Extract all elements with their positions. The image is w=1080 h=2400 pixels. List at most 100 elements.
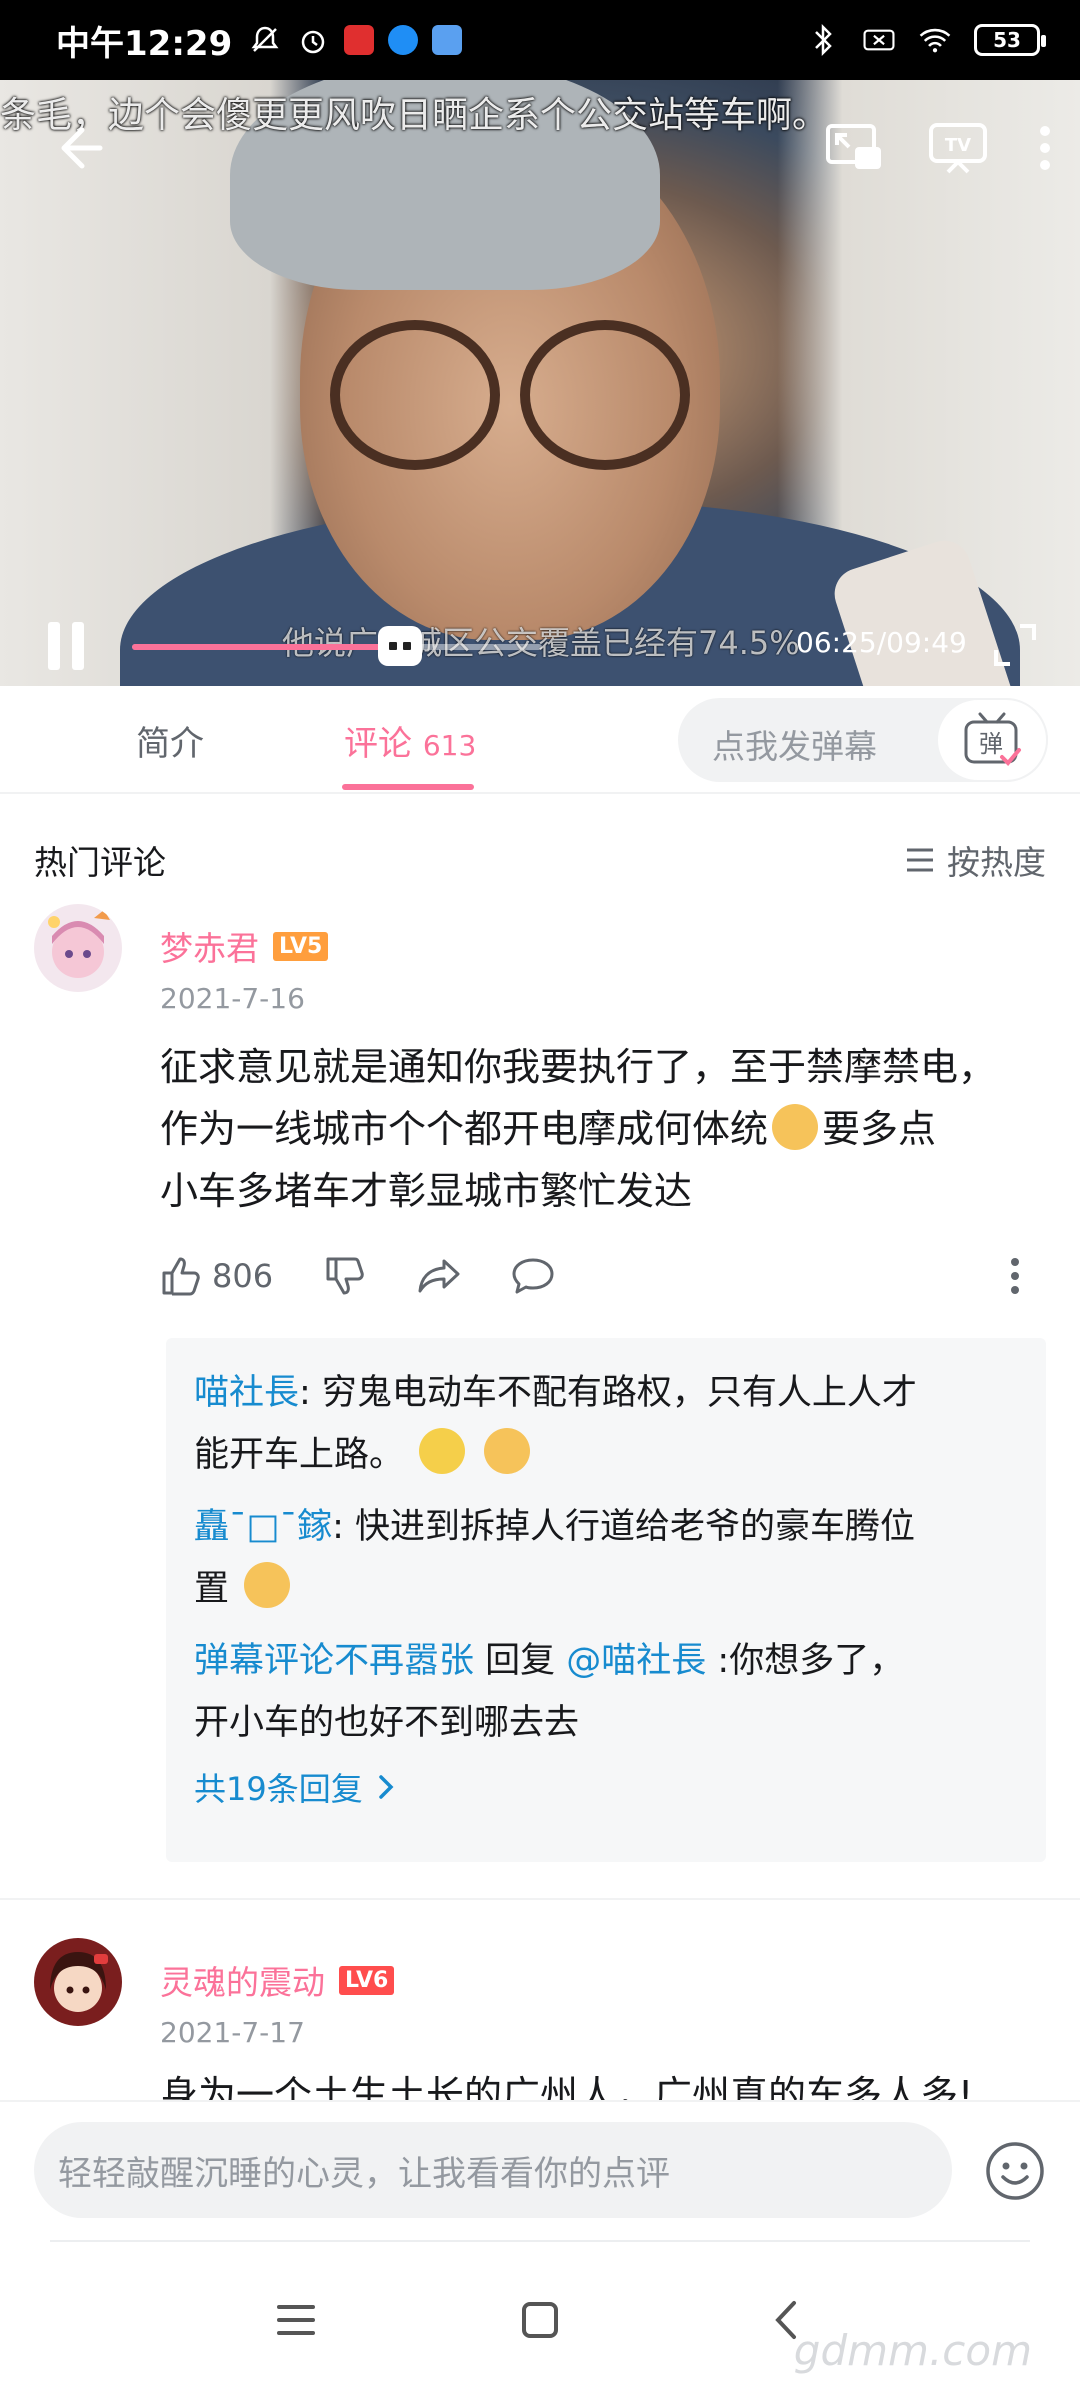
video-frame-glasses-left (330, 320, 500, 470)
level-badge: LV6 (339, 1965, 395, 1995)
comment-input[interactable]: 轻轻敲醒沉睡的心灵，让我看看你的点评 (34, 2122, 952, 2218)
progress-handle-icon[interactable] (377, 626, 422, 666)
reply-word: 回复 (474, 1641, 567, 1681)
tab-comments[interactable]: 评论 613 (344, 716, 476, 765)
smiley-face-icon (986, 2142, 1044, 2200)
reply-item: 弹幕评论不再嚣张 回复 @喵社長 :你想多了， 开小车的也好不到哪去去 (194, 1630, 1018, 1754)
menu-lines-icon (277, 2305, 315, 2335)
home-square-icon (522, 2302, 558, 2338)
danmaku-comment: 条毛，边个会傻更更风吹日晒企系个公交站等车啊。 (0, 95, 829, 136)
video-player[interactable]: 条毛，边个会傻更更风吹日晒企系个公交站等车啊。 他说广州城区公交覆盖已经有74.… (0, 80, 1080, 686)
dislike-button[interactable] (324, 1252, 366, 1300)
comment-divider (0, 1898, 1080, 1900)
reply-button[interactable] (510, 1252, 556, 1300)
username-text[interactable]: 灵魂的震动 (160, 1956, 325, 2004)
more-replies-label: 共19条回复 (194, 1770, 363, 1808)
system-navigation-bar: gdmm.com (0, 2240, 1080, 2400)
reply-username[interactable]: 弹幕评论不再嚣张 (194, 1641, 474, 1681)
fullscreen-icon (994, 624, 1036, 666)
back-button[interactable] (52, 120, 108, 176)
comment-text-line: 小车多堵车才彰显城市繁忙发达 (160, 1169, 693, 1213)
watermark: gdmm.com (793, 2326, 1032, 2375)
reply-text: 能开车上路。 (194, 1435, 405, 1475)
comment-text-line: 作为一线城市个个都开电摩成何体统 要多点 (160, 1098, 1040, 1160)
reply-mention[interactable]: @喵社長 (566, 1641, 706, 1681)
level-badge: LV5 (273, 931, 329, 961)
status-bar: 中午12:29 53 (0, 0, 1080, 80)
pause-icon (48, 622, 60, 670)
battery-indicator: 53 (974, 24, 1046, 56)
mini-window-button[interactable] (822, 120, 886, 176)
emoji-picker-button[interactable] (984, 2140, 1046, 2202)
svg-text:弹: 弹 (979, 730, 1003, 758)
view-all-replies-link[interactable]: 共19条回复 (194, 1764, 1018, 1810)
comment-username[interactable]: 灵魂的震动 LV6 (160, 1956, 395, 2004)
bell-off-icon (248, 23, 282, 57)
danmu-send-box[interactable]: 点我发弹幕 弹 (678, 698, 1048, 782)
comment-input-bar: 轻轻敲醒沉睡的心灵，让我看看你的点评 (0, 2100, 1080, 2240)
pause-button[interactable] (44, 622, 88, 670)
tab-intro[interactable]: 简介 (136, 716, 204, 765)
username-text[interactable]: 梦赤君 (160, 922, 259, 970)
cast-tv-button[interactable]: TV (926, 120, 990, 176)
doge-emoji-icon (484, 1428, 531, 1474)
more-vertical-icon (1040, 126, 1050, 170)
reply-username[interactable]: 矗¯□¯鎵 (194, 1507, 332, 1547)
fullscreen-button[interactable] (992, 622, 1038, 668)
list-sort-icon (907, 848, 933, 872)
reply-text: : 快进到拆掉人行道给老爷的豪车腾位 (332, 1507, 915, 1547)
comment-input-placeholder: 轻轻敲醒沉睡的心灵，让我看看你的点评 (58, 2153, 670, 2194)
tab-active-indicator (342, 784, 474, 790)
tab-intro-label: 简介 (136, 724, 204, 764)
tab-comments-label: 评论 (344, 724, 412, 764)
comment-text: 征求意见就是通知你我要执行了，至于禁摩禁电， 作为一线城市个个都开电摩成何体统要… (160, 1036, 1040, 1222)
no-sim-icon (862, 23, 896, 57)
wifi-icon (918, 23, 952, 57)
reply-text: 开小车的也好不到哪去去 (194, 1703, 580, 1743)
app-notification-blue-icon (388, 25, 419, 55)
smile-emoji-icon (419, 1428, 466, 1474)
recent-apps-button[interactable] (256, 2280, 336, 2360)
comment-username[interactable]: 梦赤君 LV5 (160, 922, 329, 970)
playback-controls: 06:25/09:49 (0, 600, 1080, 686)
comment-actions: 806 (160, 1248, 1040, 1308)
comment-date: 2021-7-17 (160, 2016, 305, 2049)
status-left-icons (248, 23, 463, 57)
tab-comments-count: 613 (422, 729, 477, 762)
avatar[interactable] (34, 1938, 122, 2026)
status-time: 中午12:29 (56, 23, 233, 64)
reply-text: :你想多了， (706, 1641, 905, 1681)
danmu-toggle-button[interactable]: 弹 (936, 698, 1048, 782)
home-button[interactable] (500, 2280, 580, 2360)
alarm-icon (296, 23, 330, 57)
reply-username[interactable]: 喵社長 (194, 1373, 299, 1413)
more-options-button[interactable] (1030, 120, 1060, 176)
hot-comments-title: 热门评论 (34, 843, 166, 882)
tab-bar: 简介 评论 613 点我发弹幕 弹 (0, 686, 1080, 794)
avatar[interactable] (34, 904, 122, 992)
share-button[interactable] (416, 1252, 462, 1300)
thumbs-up-icon (162, 1257, 200, 1296)
nav-divider (50, 2240, 1030, 2242)
reply-item: 喵社長: 穷鬼电动车不配有路权，只有人上人才 能开车上路。 (194, 1362, 1018, 1486)
doge-emoji-icon (772, 1104, 819, 1150)
chevron-right-icon (378, 1775, 394, 1799)
share-icon (418, 1259, 460, 1293)
app-notification-red-icon (344, 25, 375, 55)
thumbs-down-icon (326, 1257, 364, 1295)
video-top-actions: TV (822, 120, 1060, 176)
video-frame-glasses-right (520, 320, 690, 470)
playback-time: 06:25/09:49 (796, 626, 967, 659)
danmu-input-placeholder[interactable]: 点我发弹幕 (712, 720, 877, 768)
sort-by-heat-button[interactable]: 按热度 (905, 836, 1046, 884)
progress-bar[interactable] (132, 626, 542, 666)
progress-fill (132, 644, 400, 650)
like-button[interactable]: 806 (160, 1252, 273, 1300)
more-vertical-icon (1011, 1258, 1019, 1294)
reply-preview-box[interactable]: 喵社長: 穷鬼电动车不配有路权，只有人上人才 能开车上路。 矗¯□¯鎵: 快进到… (166, 1338, 1046, 1862)
danmu-icon: 弹 (964, 712, 1021, 766)
status-right-icons: 53 (806, 23, 1046, 57)
comment-more-button[interactable] (1010, 1252, 1020, 1300)
svg-text:TV: TV (945, 135, 971, 156)
reply-item: 矗¯□¯鎵: 快进到拆掉人行道给老爷的豪车腾位 置 (194, 1496, 1018, 1620)
